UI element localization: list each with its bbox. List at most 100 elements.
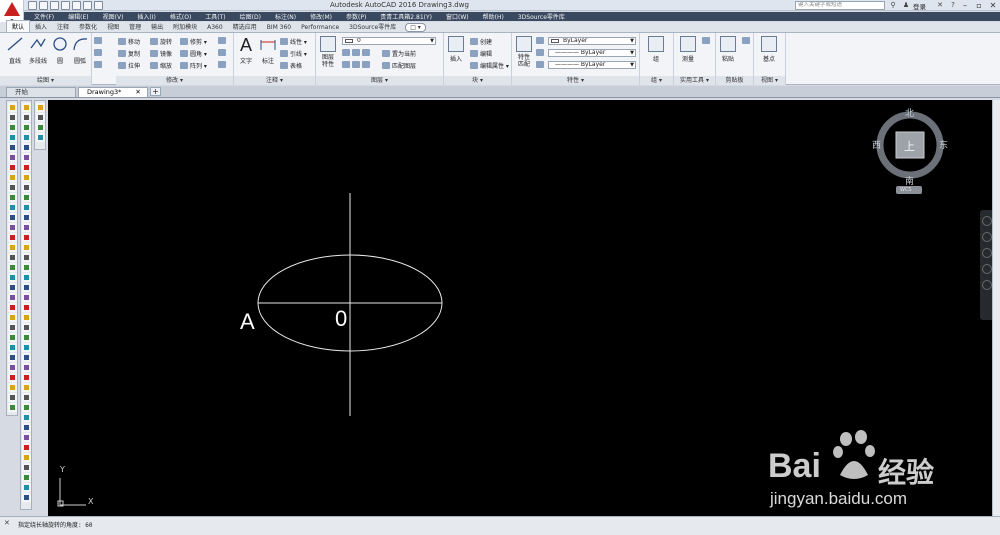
modify-tool-icon[interactable] <box>21 273 31 282</box>
ribbon-tab[interactable]: 精选应用 <box>228 21 262 32</box>
file-tab-drawing[interactable]: Drawing3* ✕ <box>78 87 148 97</box>
fillet-button[interactable]: 圆角 ▾ <box>180 49 207 58</box>
modify-tool-icon[interactable] <box>21 123 31 132</box>
utilities-extra[interactable] <box>702 37 712 44</box>
draw-tool-icon[interactable] <box>7 313 17 322</box>
match-properties-button[interactable]: 特性 匹配 <box>512 36 536 68</box>
modify-tool-icon[interactable] <box>21 343 31 352</box>
vertical-scrollbar[interactable] <box>992 100 1000 516</box>
modify-tool-icon[interactable] <box>21 263 31 272</box>
measure-button[interactable]: 测量 <box>676 36 700 63</box>
linear-button[interactable]: 线性 ▾ <box>280 37 307 46</box>
draw-tool-icon[interactable] <box>7 253 17 262</box>
layer-properties-button[interactable]: 图层 特性 <box>316 36 340 68</box>
draw-tool-icon[interactable] <box>7 213 17 222</box>
showmotion-icon[interactable] <box>982 280 992 290</box>
modify-tool-icon[interactable] <box>21 183 31 192</box>
ribbon-tab[interactable]: 参数化 <box>74 21 102 32</box>
panel-block-title[interactable]: 块 ▾ <box>444 76 511 85</box>
ribbon-tab[interactable]: 插入 <box>30 21 52 32</box>
panel-utilities-title[interactable]: 实用工具 ▾ <box>674 76 715 85</box>
save-as-icon[interactable] <box>61 1 70 10</box>
modify-tool-icon[interactable] <box>21 323 31 332</box>
close-icon[interactable]: ✕ <box>135 88 140 96</box>
explode-button[interactable] <box>218 49 228 56</box>
modify-tool-icon[interactable] <box>21 483 31 492</box>
ribbon-tab[interactable]: 管理 <box>124 21 146 32</box>
viewcube-south[interactable]: 南 <box>905 174 914 187</box>
panel-annotation-title[interactable]: 注释 ▾ <box>234 76 315 85</box>
lineweight-dropdown[interactable]: ———— ByLayer ▼ <box>548 61 636 69</box>
draw-tool-icon[interactable] <box>7 323 17 332</box>
draw-tool-icon[interactable] <box>7 353 17 362</box>
rotate-button[interactable]: 旋转 <box>150 37 172 46</box>
draw-tool-icon[interactable] <box>7 403 17 412</box>
menu-item[interactable]: 窗口(W) <box>439 12 476 21</box>
layer-tool-icon[interactable] <box>342 61 350 68</box>
layer-tool-icon[interactable] <box>352 49 360 56</box>
layer-tool-icon[interactable] <box>362 49 370 56</box>
lineweight-icon[interactable] <box>536 61 544 68</box>
edit-block-button[interactable]: 编辑 <box>470 49 492 58</box>
modify-tool-icon[interactable] <box>21 413 31 422</box>
menu-item[interactable]: 编辑(E) <box>61 12 95 21</box>
modify-tool-icon[interactable] <box>21 143 31 152</box>
ribbon-tab[interactable]: 3DSource零件库 <box>344 21 401 32</box>
save-icon[interactable] <box>50 1 59 10</box>
dimension-button[interactable]: 标注 <box>256 36 280 65</box>
modify-tool-icon[interactable] <box>21 403 31 412</box>
redo-icon[interactable] <box>94 1 103 10</box>
modify-tool-icon[interactable] <box>21 463 31 472</box>
menu-item[interactable]: 帮助(H) <box>476 12 511 21</box>
viewcube-west[interactable]: 西 <box>872 138 881 151</box>
panel-groups-title[interactable]: 组 ▾ <box>640 76 673 85</box>
draw-tool-icon[interactable] <box>7 343 17 352</box>
dimension-tool-icon[interactable] <box>35 103 45 112</box>
file-tab-start[interactable]: 开始 <box>6 87 76 97</box>
modify-tool-icon[interactable] <box>21 303 31 312</box>
draw-tool-icon[interactable] <box>7 373 17 382</box>
move-button[interactable]: 移动 <box>118 37 140 46</box>
maximize-button[interactable]: ▫ <box>972 1 986 11</box>
modify-tool-icon[interactable] <box>21 243 31 252</box>
menu-item[interactable]: 绘图(D) <box>233 12 268 21</box>
stretch-button[interactable]: 拉伸 <box>118 61 140 70</box>
line-button[interactable]: 直线 <box>3 36 27 65</box>
draw-tool-icon[interactable] <box>7 173 17 182</box>
leader-button[interactable]: 引线 ▾ <box>280 49 307 58</box>
layer-tool-icon[interactable] <box>362 61 370 68</box>
login-button[interactable]: 登录 <box>913 1 926 11</box>
ribbon-tab[interactable]: Performance <box>296 23 344 32</box>
ribbon-tab[interactable]: 默认 <box>6 20 31 32</box>
menu-item[interactable]: 3DSource零件库 <box>511 12 572 21</box>
menu-item[interactable]: 工具(T) <box>198 12 232 21</box>
draw-tool-icon[interactable] <box>7 243 17 252</box>
modify-tool-icon[interactable] <box>21 233 31 242</box>
ribbon-tab[interactable]: BIM 360 <box>262 23 296 32</box>
linetype-icon[interactable] <box>536 49 544 56</box>
panel-layers-title[interactable]: 图层 ▾ <box>316 76 443 85</box>
open-file-icon[interactable] <box>39 1 48 10</box>
text-button[interactable]: A 文字 <box>234 36 258 65</box>
draw-tool-icon[interactable] <box>7 183 17 192</box>
modify-tool-icon[interactable] <box>21 493 31 502</box>
user-icon[interactable]: ♟ <box>901 1 911 10</box>
draw-tool-icon[interactable] <box>7 153 17 162</box>
menu-item[interactable]: 贵青工具箱2.81(Y) <box>373 12 439 21</box>
ribbon-tab[interactable]: A360 <box>202 23 228 32</box>
panel-draw-title[interactable]: 绘图 ▾ <box>0 76 91 85</box>
draw-tool-icon[interactable] <box>7 333 17 342</box>
ribbon-tab[interactable]: 附加模块 <box>168 21 202 32</box>
modify-tool-icon[interactable] <box>21 443 31 452</box>
base-point-button[interactable]: 基点 <box>757 36 781 63</box>
modify-tool-icon[interactable] <box>21 293 31 302</box>
modify-tool-icon[interactable] <box>21 253 31 262</box>
panel-view-title[interactable]: 视图 ▾ <box>754 76 785 85</box>
modify-tool-icon[interactable] <box>21 363 31 372</box>
draw-tool-icon[interactable] <box>7 163 17 172</box>
draw-tool-icon[interactable] <box>7 123 17 132</box>
draw-tool-icon[interactable] <box>7 273 17 282</box>
modify-tool-icon[interactable] <box>21 203 31 212</box>
insert-button[interactable]: 插入 <box>444 36 468 63</box>
linetype-dropdown[interactable]: ———— ByLayer ▼ <box>548 49 636 57</box>
